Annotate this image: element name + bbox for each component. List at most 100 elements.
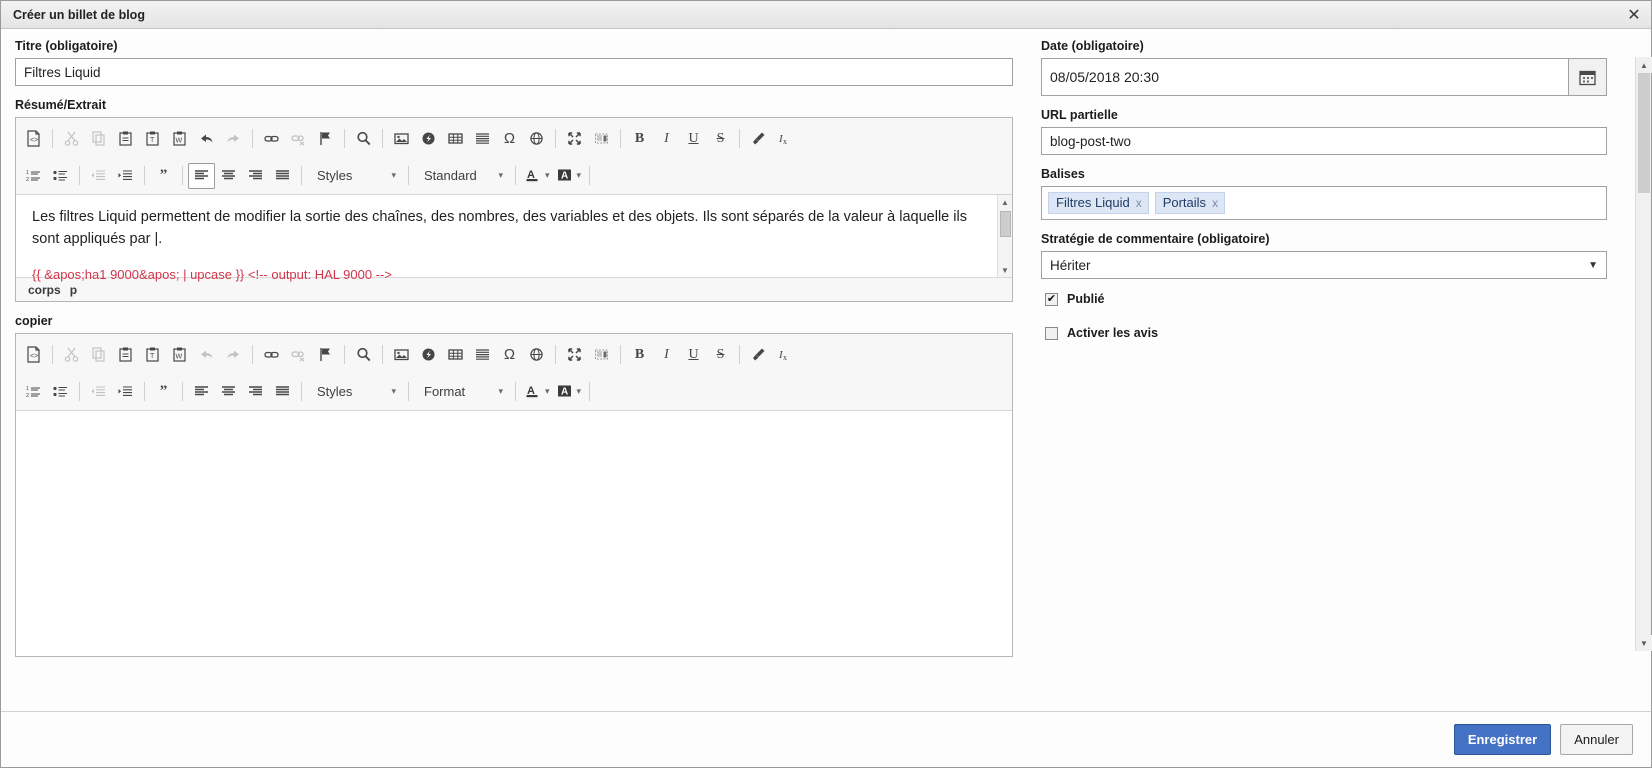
styles-dropdown[interactable]: Styles ▾ (307, 163, 403, 189)
paste-text-icon[interactable]: T (139, 342, 166, 368)
iframe-globe-icon[interactable] (523, 342, 550, 368)
iframe-globe-icon[interactable] (523, 126, 550, 152)
comment-strategy-select[interactable]: Hériter ▼ (1041, 251, 1607, 279)
paste-icon[interactable] (112, 342, 139, 368)
cut-icon[interactable] (58, 126, 85, 152)
align-right-icon[interactable] (242, 163, 269, 189)
unlink-icon[interactable] (285, 126, 312, 152)
published-checkbox-row[interactable]: ✔ Publié (1045, 292, 1607, 306)
page-scroll-up-icon[interactable]: ▲ (1636, 57, 1652, 73)
unlink-icon[interactable] (285, 342, 312, 368)
strikethrough-icon[interactable]: S (707, 126, 734, 152)
copy-icon[interactable] (85, 342, 112, 368)
special-character-icon[interactable]: Ω (496, 126, 523, 152)
show-blocks-icon[interactable] (588, 126, 615, 152)
tag-remove-icon[interactable]: x (1136, 196, 1142, 210)
align-left-icon[interactable] (188, 379, 215, 405)
remove-text-format-icon[interactable]: Ix (772, 126, 799, 152)
indent-icon[interactable] (112, 163, 139, 189)
special-character-icon[interactable]: Ω (496, 342, 523, 368)
underline-icon[interactable]: U (680, 126, 707, 152)
save-button[interactable]: Enregistrer (1453, 724, 1552, 755)
date-input[interactable] (1041, 58, 1568, 96)
summary-editor-content[interactable]: Les filtres Liquid permettent de modifie… (16, 195, 1012, 305)
background-color-icon[interactable]: A ▾ (553, 379, 585, 405)
cancel-button[interactable]: Annuler (1560, 724, 1633, 755)
bold-icon[interactable]: B (626, 126, 653, 152)
italic-icon[interactable]: I (653, 342, 680, 368)
align-center-icon[interactable] (215, 163, 242, 189)
horizontal-rule-icon[interactable] (469, 342, 496, 368)
numbered-list-icon[interactable]: 12 (20, 379, 47, 405)
tag-chip[interactable]: Portails x (1154, 192, 1226, 214)
styles-dropdown[interactable]: Styles ▾ (307, 379, 403, 405)
outdent-icon[interactable] (85, 379, 112, 405)
flash-icon[interactable] (415, 342, 442, 368)
link-icon[interactable] (258, 126, 285, 152)
format-dropdown[interactable]: Standard ▾ (414, 163, 510, 189)
tag-remove-icon[interactable]: x (1212, 196, 1218, 210)
show-blocks-icon[interactable] (588, 342, 615, 368)
reviews-checkbox[interactable] (1045, 326, 1058, 340)
editor-scrollbar[interactable]: ▲ ▼ (997, 195, 1012, 277)
flash-icon[interactable] (415, 126, 442, 152)
reviews-checkbox-row[interactable]: Activer les avis (1045, 326, 1607, 340)
cut-icon[interactable] (58, 342, 85, 368)
image-icon[interactable] (388, 342, 415, 368)
calendar-icon[interactable] (1567, 58, 1607, 96)
search-icon[interactable] (350, 126, 377, 152)
undo-icon[interactable] (193, 126, 220, 152)
paste-word-icon[interactable]: W (166, 342, 193, 368)
underline-icon[interactable]: U (680, 342, 707, 368)
blockquote-icon[interactable]: ” (150, 379, 177, 405)
bulleted-list-icon[interactable] (47, 379, 74, 405)
tags-input[interactable]: Filtres Liquid x Portails x (1041, 186, 1607, 220)
scroll-down-icon[interactable]: ▼ (1001, 263, 1009, 277)
paste-icon[interactable] (112, 126, 139, 152)
remove-format-icon[interactable] (745, 126, 772, 152)
align-right-icon[interactable] (242, 379, 269, 405)
redo-icon[interactable] (220, 126, 247, 152)
scroll-up-icon[interactable]: ▲ (1001, 195, 1009, 209)
published-label[interactable]: Publié (1067, 292, 1105, 306)
title-input[interactable] (15, 58, 1013, 86)
close-icon[interactable]: ✕ (1617, 1, 1651, 28)
justify-icon[interactable] (269, 379, 296, 405)
page-scroll-down-icon[interactable]: ▼ (1636, 635, 1652, 651)
undo-icon[interactable] (193, 342, 220, 368)
redo-icon[interactable] (220, 342, 247, 368)
scrollbar-thumb[interactable] (999, 211, 1011, 237)
search-icon[interactable] (350, 342, 377, 368)
horizontal-rule-icon[interactable] (469, 126, 496, 152)
outdent-icon[interactable] (85, 163, 112, 189)
reviews-label[interactable]: Activer les avis (1067, 326, 1158, 340)
italic-icon[interactable]: I (653, 126, 680, 152)
indent-icon[interactable] (112, 379, 139, 405)
text-color-icon[interactable]: A ▾ (521, 379, 553, 405)
copy-editor-content[interactable] (16, 411, 1012, 656)
text-color-icon[interactable]: A ▾ (521, 163, 553, 189)
source-icon[interactable]: <> (20, 342, 47, 368)
bulleted-list-icon[interactable] (47, 163, 74, 189)
numbered-list-icon[interactable]: 12 (20, 163, 47, 189)
table-icon[interactable] (442, 342, 469, 368)
copy-icon[interactable] (85, 126, 112, 152)
maximize-icon[interactable] (561, 126, 588, 152)
link-icon[interactable] (258, 342, 285, 368)
image-icon[interactable] (388, 126, 415, 152)
bold-icon[interactable]: B (626, 342, 653, 368)
anchor-flag-icon[interactable] (312, 342, 339, 368)
align-left-icon[interactable] (188, 162, 215, 189)
paste-word-icon[interactable]: W (166, 126, 193, 152)
tag-chip[interactable]: Filtres Liquid x (1048, 192, 1149, 214)
blockquote-icon[interactable]: ” (150, 163, 177, 189)
align-center-icon[interactable] (215, 379, 242, 405)
strikethrough-icon[interactable]: S (707, 342, 734, 368)
remove-text-format-icon[interactable]: Ix (772, 342, 799, 368)
paste-text-icon[interactable]: T (139, 126, 166, 152)
maximize-icon[interactable] (561, 342, 588, 368)
justify-icon[interactable] (269, 163, 296, 189)
format-dropdown[interactable]: Format ▾ (414, 379, 510, 405)
source-icon[interactable]: <> (20, 126, 47, 152)
table-icon[interactable] (442, 126, 469, 152)
